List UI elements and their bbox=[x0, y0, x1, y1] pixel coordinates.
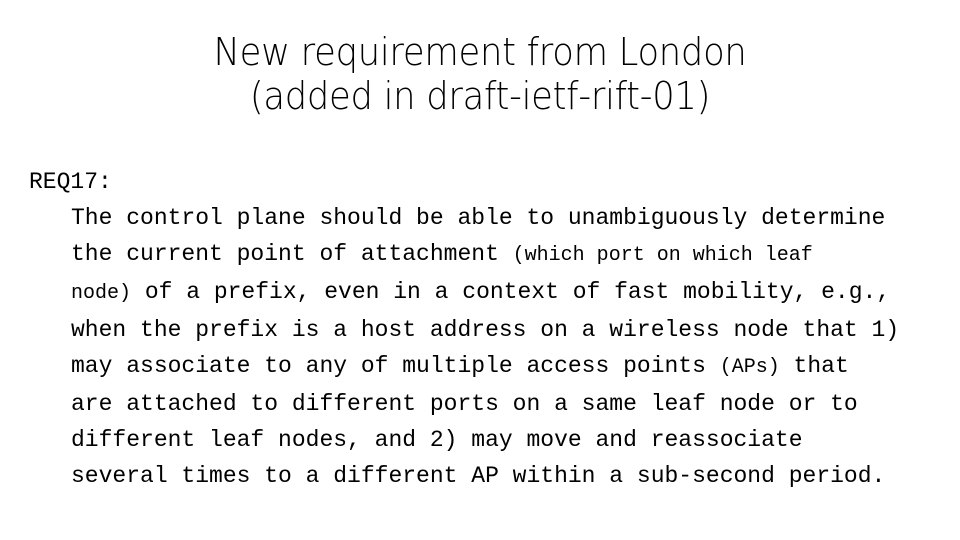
body-text-run: different leaf nodes, and 2) may move an… bbox=[71, 427, 803, 453]
body-line: the current point of attachment (which p… bbox=[71, 236, 960, 274]
title-line-1: New requirement from London bbox=[213, 30, 747, 74]
body-line: when the prefix is a host address on a w… bbox=[71, 312, 960, 348]
body-text-run: several times to a different AP within a… bbox=[71, 463, 886, 489]
slide-body: REQ17: The control plane should be able … bbox=[0, 164, 960, 494]
body-text-run: (APs) bbox=[719, 356, 780, 379]
title-line-2: (added in draft-ietf-rift-01) bbox=[249, 74, 711, 118]
requirement-label: REQ17: bbox=[29, 169, 112, 195]
requirement-paragraph: The control plane should be able to unam… bbox=[0, 200, 960, 494]
slide-canvas: New requirement from London (added in dr… bbox=[0, 0, 960, 540]
body-line: node) of a prefix, even in a context of … bbox=[71, 274, 960, 312]
body-text-run: The control plane should be able to unam… bbox=[71, 205, 886, 231]
body-text-run: may associate to any of multiple access … bbox=[71, 353, 720, 379]
body-text-run: the current point of attachment bbox=[71, 241, 513, 267]
body-text-run: node) bbox=[71, 282, 132, 305]
body-line: several times to a different AP within a… bbox=[71, 458, 960, 494]
body-text-run: of a prefix, even in a context of fast m… bbox=[131, 279, 891, 305]
body-line: are attached to different ports on a sam… bbox=[71, 386, 960, 422]
body-text-run: that bbox=[779, 353, 849, 379]
body-line: The control plane should be able to unam… bbox=[71, 200, 960, 236]
body-text-run: (which port on which leaf bbox=[512, 244, 813, 267]
body-line: may associate to any of multiple access … bbox=[71, 348, 960, 386]
body-text-run: are attached to different ports on a sam… bbox=[71, 391, 858, 417]
body-text-run: when the prefix is a host address on a w… bbox=[71, 317, 900, 343]
body-line: different leaf nodes, and 2) may move an… bbox=[71, 422, 960, 458]
slide-title: New requirement from London (added in dr… bbox=[0, 30, 960, 118]
